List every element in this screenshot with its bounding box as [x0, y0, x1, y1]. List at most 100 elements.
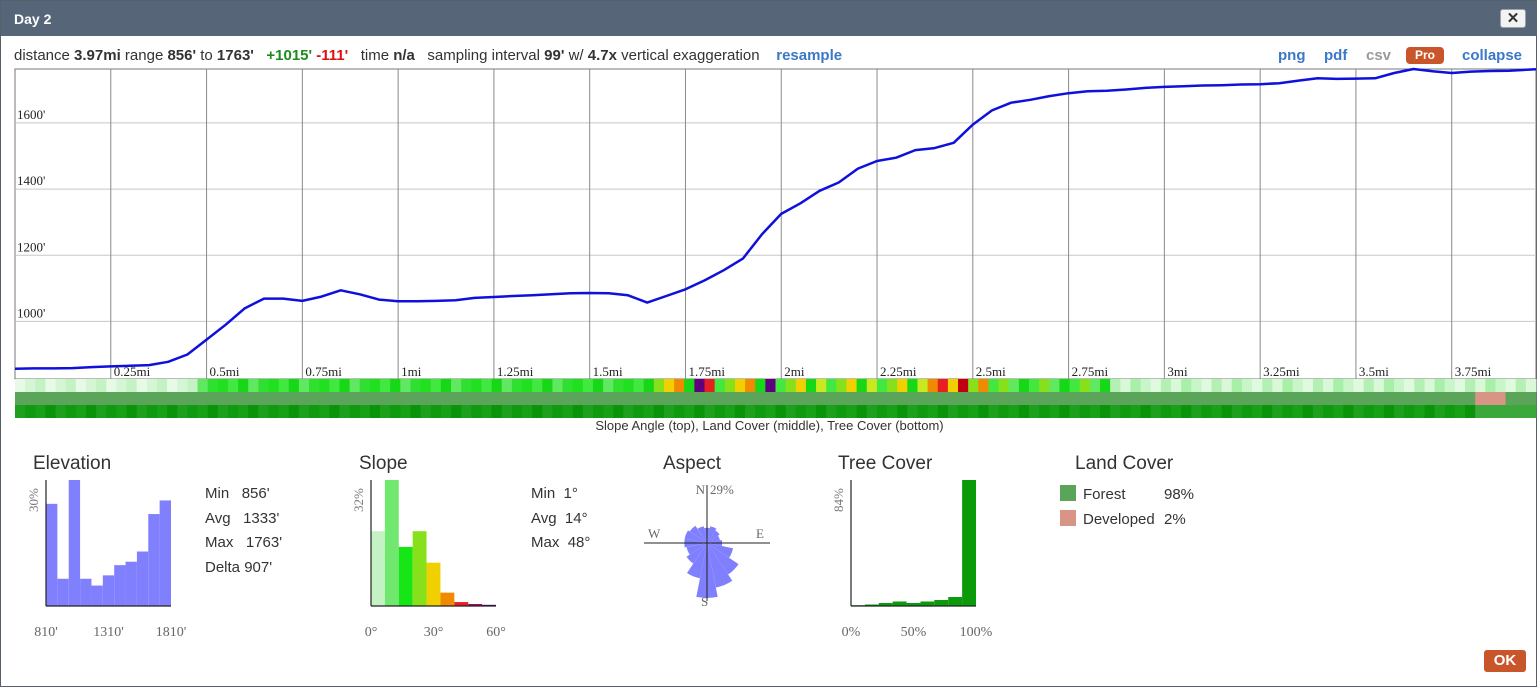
treecover-strip-cell: [1333, 405, 1344, 418]
landcover-strip-cell: [400, 392, 411, 405]
slope-strip-cell: [268, 379, 280, 392]
landcover-strip-cell: [958, 392, 969, 405]
landcover-strip-cell: [836, 392, 847, 405]
slope-strip-cell: [887, 379, 898, 392]
landcover-strip-cell: [1505, 392, 1517, 405]
slope-strip-cell: [45, 379, 57, 392]
slope-strip-cell: [1181, 379, 1192, 392]
aspect-west-label: W: [648, 526, 661, 541]
strips-caption: Slope Angle (top), Land Cover (middle), …: [595, 418, 944, 433]
landcover-strip-cell: [35, 392, 46, 405]
treecover-strip-cell: [917, 405, 929, 418]
landcover-strip-cell: [491, 392, 503, 405]
landcover-strip-cell: [1302, 392, 1314, 405]
elevation-histogram-bar: [46, 503, 58, 606]
treecover-strip-cell: [258, 405, 269, 418]
landcover-strip-cell: [329, 392, 340, 405]
landcover-strip-cell: [1525, 392, 1537, 405]
slope-strip-cell: [1110, 379, 1121, 392]
landcover-strip-cell: [461, 392, 472, 405]
landcover-strip-cell: [1150, 392, 1162, 405]
treecover-strip-cell: [1191, 405, 1202, 418]
treecover-strip-cell: [461, 405, 472, 418]
slope-min-value: 1°: [563, 485, 578, 502]
landcover-strip-cell: [278, 392, 290, 405]
treecover-strip-cell: [278, 405, 290, 418]
treecover-strip-cell: [511, 405, 523, 418]
landcover-strip-cell: [1059, 392, 1071, 405]
treecover-strip-cell: [653, 405, 665, 418]
treecover-strip-cell: [25, 405, 36, 418]
slope-strip-cell: [1231, 379, 1243, 392]
treecover-strip-cell: [968, 405, 979, 418]
landcover-strip-cell: [390, 392, 401, 405]
treecover-strip-cell: [1008, 405, 1020, 418]
slope-strip-cell: [724, 379, 736, 392]
landcover-strip-cell: [1099, 392, 1111, 405]
landcover-strip-cell: [501, 392, 513, 405]
y-tick-label: 1200': [17, 239, 45, 254]
treecover-strip-cell: [1181, 405, 1192, 418]
landcover-strip-cell: [238, 392, 249, 405]
treecover-strip-cell: [1211, 405, 1223, 418]
treecover-strip-cell: [471, 405, 482, 418]
treecover-strip-cell: [167, 405, 178, 418]
treecover-strip-cell: [734, 405, 746, 418]
forest-label: Forest: [1083, 486, 1126, 503]
treecover-strip-cell: [146, 405, 158, 418]
landcover-strip-cell: [937, 392, 949, 405]
treecover-strip-cell: [633, 405, 645, 418]
slope-strip-cell: [349, 379, 361, 392]
tree-cover-histogram: 84% 0% 50% 100%: [831, 480, 993, 640]
landcover-strip-cell: [207, 392, 219, 405]
slope-strip-cell: [745, 379, 756, 392]
treecover-strip-cell: [1069, 405, 1081, 418]
slope-strip-cell: [907, 379, 918, 392]
landcover-strip-cell: [471, 392, 482, 405]
treecover-strip-cell: [1252, 405, 1263, 418]
treecover-strip-cell: [319, 405, 330, 418]
slope-strip-cell: [978, 379, 989, 392]
aspect-east-label: E: [756, 526, 764, 541]
landcover-strip-cell: [532, 392, 543, 405]
landcover-strip-cell: [146, 392, 158, 405]
treecover-strip-cell: [96, 405, 107, 418]
landcover-strip-cell: [1312, 392, 1324, 405]
elevation-histogram-bar: [148, 514, 160, 606]
treecover-strip-cell: [1394, 405, 1405, 418]
slope-strip-cell: [1444, 379, 1456, 392]
landcover-strip-cell: [1018, 392, 1030, 405]
treecover-strip-cell: [603, 405, 614, 418]
landcover-strip-cell: [1465, 392, 1476, 405]
treecover-strip-cell: [400, 405, 411, 418]
elevation-histogram-y-max-label: 30%: [26, 488, 41, 512]
slope-strip-cell: [876, 379, 888, 392]
landcover-strip-cell: [258, 392, 269, 405]
slope-strip-cell: [1018, 379, 1030, 392]
slope-strip-cell: [258, 379, 269, 392]
slope-strip-cell: [1049, 379, 1060, 392]
x-tick-label: 1mi: [401, 364, 422, 379]
slope-strip-cell: [420, 379, 432, 392]
landcover-strip-cell: [25, 392, 36, 405]
treecover-strip-cell: [1444, 405, 1456, 418]
elevation-histogram-x-tick-label: 810': [34, 625, 58, 640]
landcover-strip-cell: [1241, 392, 1253, 405]
slope-strip-cell: [1485, 379, 1496, 392]
treecover-strip-cell: [1383, 405, 1395, 418]
landcover-strip-cell: [582, 392, 594, 405]
treecover-strip-cell: [704, 405, 716, 418]
slope-strip-cell: [927, 379, 939, 392]
slope-strip-cell: [1282, 379, 1294, 392]
treecover-strip-cell: [1029, 405, 1040, 418]
slope-min-label: Min: [531, 485, 556, 502]
landcover-strip-cell: [65, 392, 77, 405]
slope-avg-value: 14°: [564, 509, 588, 527]
treecover-strip-cell: [826, 405, 837, 418]
landcover-strip-cell: [643, 392, 655, 405]
landcover-strip-cell: [866, 392, 878, 405]
treecover-strip-cell: [1424, 405, 1436, 418]
landcover-strip-cell: [542, 392, 553, 405]
ok-button[interactable]: OK: [1484, 650, 1526, 672]
landcover-strip-cell: [1353, 392, 1365, 405]
